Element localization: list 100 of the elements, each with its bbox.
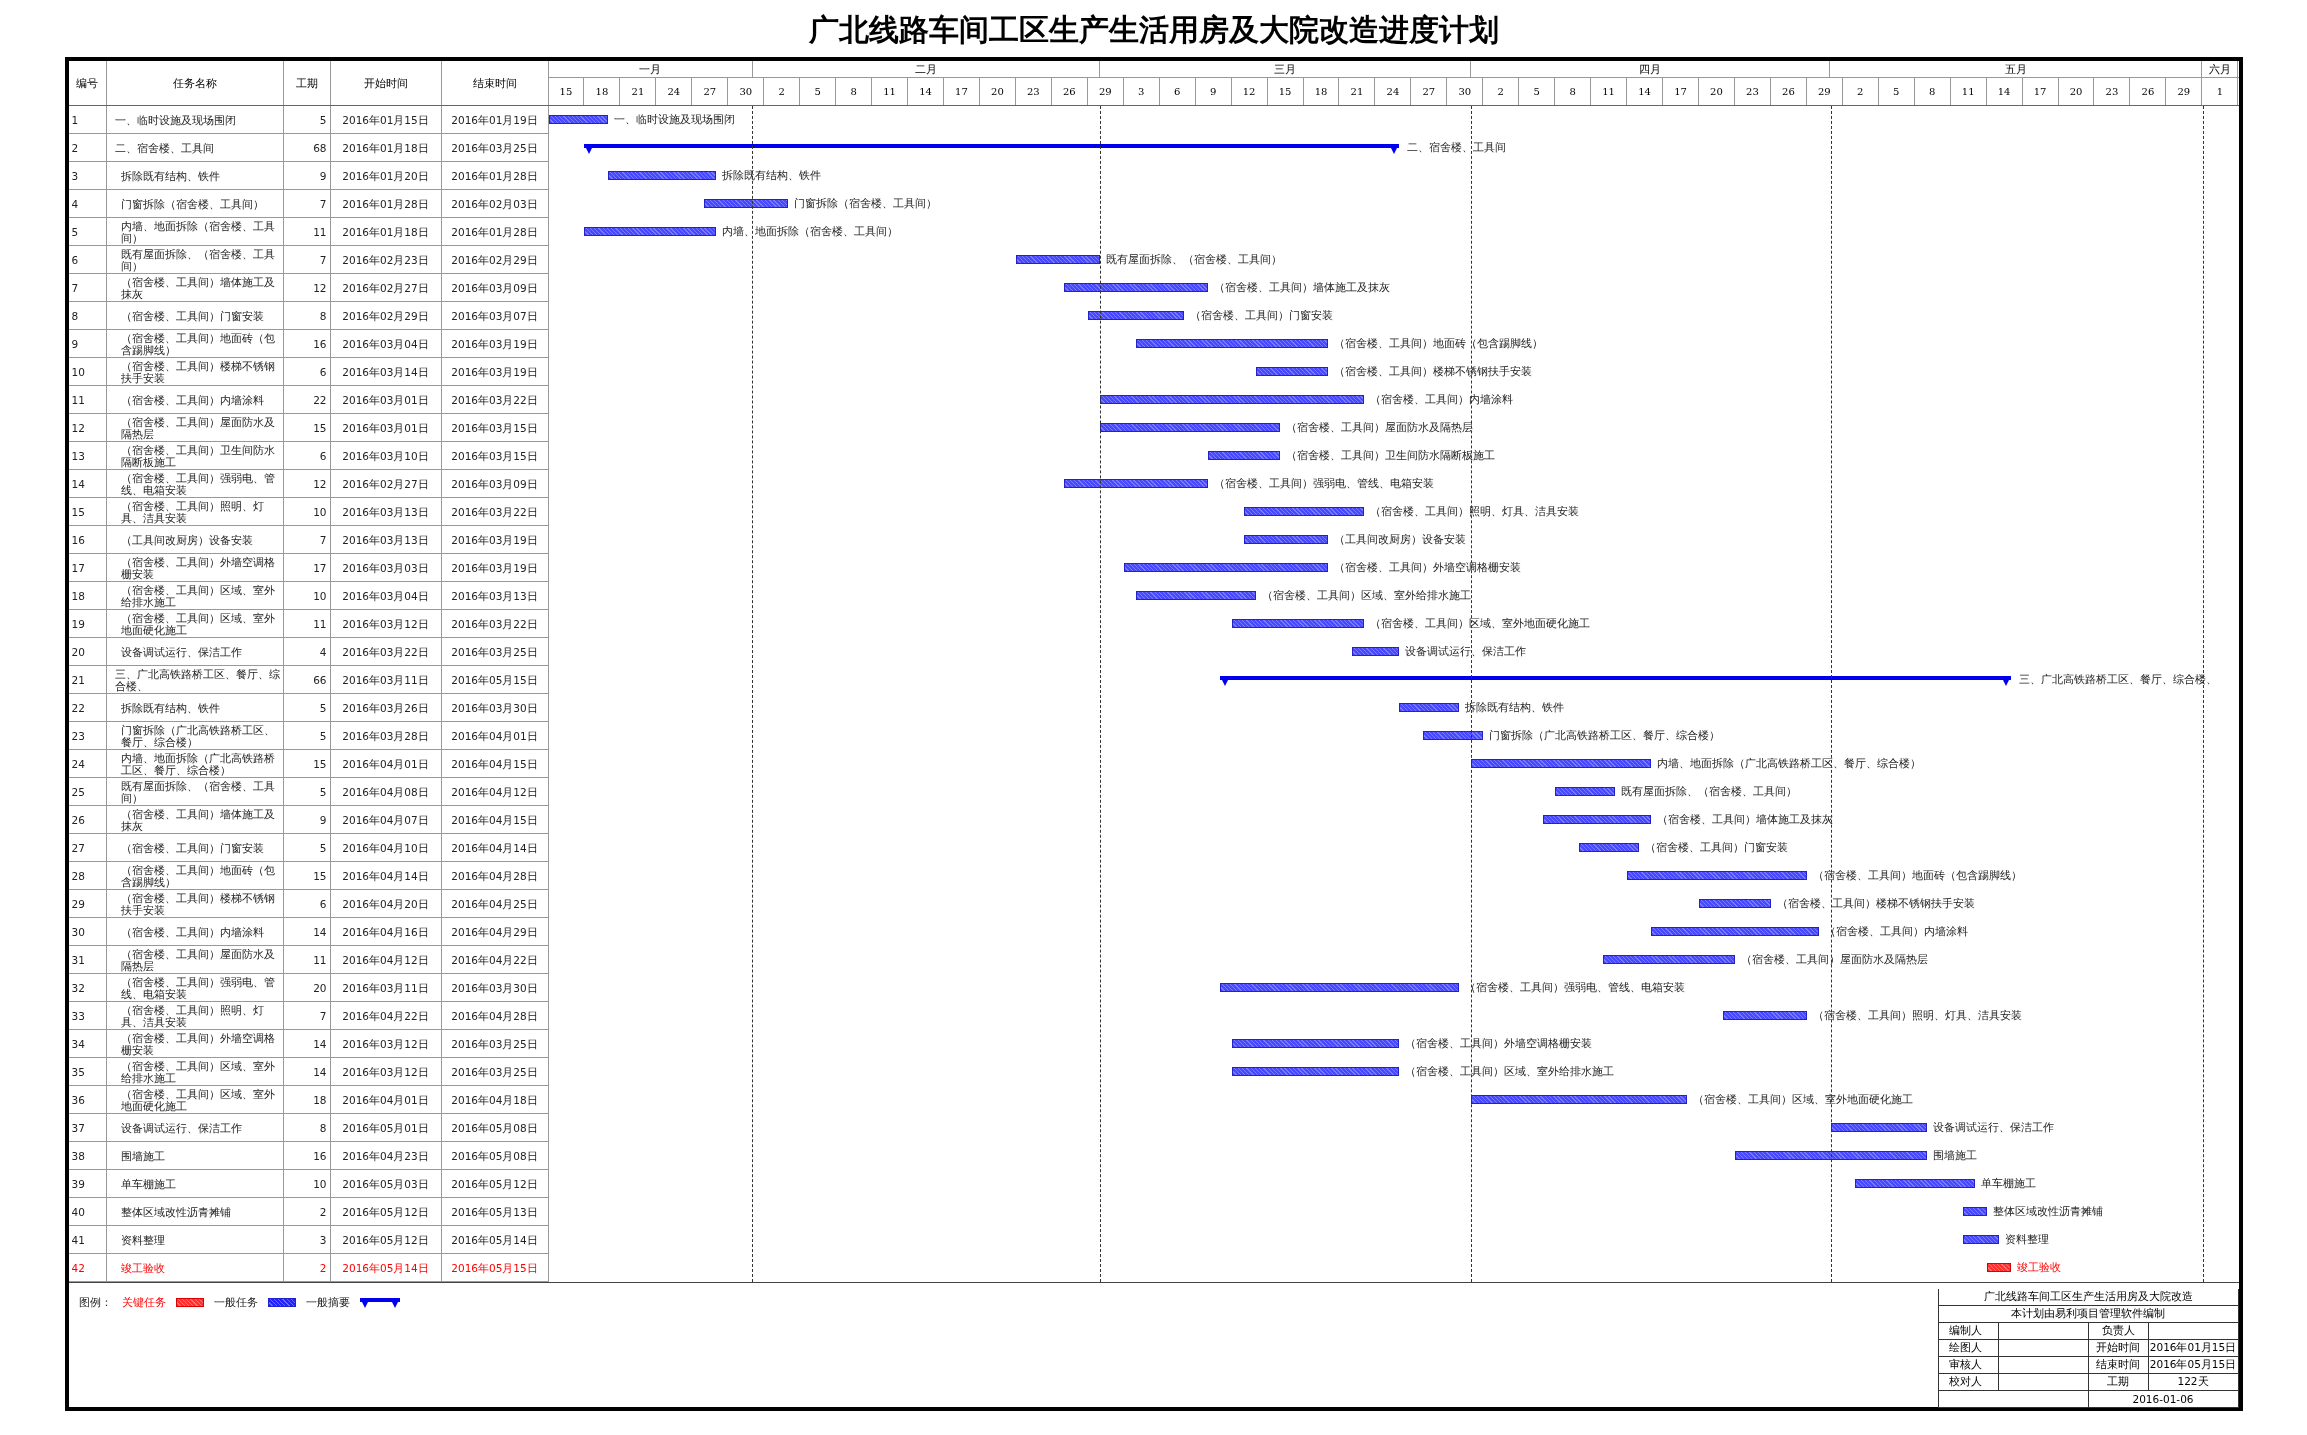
day-header: 14 — [908, 78, 944, 105]
table-cell: 2 — [283, 1254, 331, 1282]
table-cell: 5 — [283, 722, 331, 750]
table-cell: 2 — [283, 1198, 331, 1226]
table-cell: 20 — [68, 638, 107, 666]
day-header: 24 — [1375, 78, 1412, 105]
day-header: 11 — [872, 78, 909, 105]
table-cell: 16 — [283, 330, 331, 358]
task-name: （宿舍楼、工具间）照明、灯具、洁具安装 — [106, 1002, 284, 1030]
table-cell: 2016年05月03日 — [330, 1170, 442, 1198]
table-cell: 2016年03月12日 — [330, 1058, 442, 1086]
table-cell: 9 — [283, 162, 331, 190]
table-cell: 33 — [68, 1002, 107, 1030]
table-cell: 2016年03月03日 — [330, 554, 442, 582]
table-cell: 2016年03月09日 — [441, 274, 549, 302]
table-cell: 2016年03月01日 — [330, 414, 442, 442]
task-name: （宿舍楼、工具间）区域、室外给排水施工 — [106, 1058, 284, 1086]
table-cell: 36 — [68, 1086, 107, 1114]
day-header: 5 — [800, 78, 837, 105]
task-name: 拆除既有结构、铁件 — [106, 694, 284, 722]
table-cell: 2016年03月19日 — [441, 358, 549, 386]
bar-label: （工具间改厨房）设备安装 — [1333, 533, 1466, 547]
table-cell: 2016年03月25日 — [441, 638, 549, 666]
bar-label: （宿舍楼、工具间）墙体施工及抹灰 — [1213, 281, 1390, 295]
task-name: 竣工验收 — [106, 1254, 284, 1282]
task-name: （宿舍楼、工具间）强弱电、管线、电箱安装 — [106, 974, 284, 1002]
legend-title: 图例： — [78, 1295, 112, 1310]
table-cell: 2016年05月13日 — [441, 1198, 549, 1226]
day-header: 20 — [2058, 78, 2095, 105]
table-cell: 2016年04月14日 — [330, 862, 442, 890]
table-cell: 2016年04月15日 — [441, 750, 549, 778]
day-header: 23 — [1734, 78, 1771, 105]
table-cell: 17 — [68, 554, 107, 582]
summary-swatch-icon — [359, 1297, 400, 1308]
task-name: 单车棚施工 — [106, 1170, 284, 1198]
day-header: 23 — [1015, 78, 1052, 105]
day-header: 5 — [1519, 78, 1556, 105]
table-cell: 42 — [68, 1254, 107, 1282]
day-header: 30 — [728, 78, 765, 105]
table-cell: 16 — [283, 1142, 331, 1170]
table-cell: 22 — [283, 386, 331, 414]
table-cell: 1 — [68, 106, 107, 134]
table-cell: 2016年04月23日 — [330, 1142, 442, 1170]
table-cell: 2016年03月26日 — [330, 694, 442, 722]
table-cell: 2016年03月22日 — [441, 386, 549, 414]
table-cell: 2016年04月12日 — [330, 946, 442, 974]
task-name: （宿舍楼、工具间）门窗安装 — [106, 834, 284, 862]
table-cell: 2016年03月30日 — [441, 974, 549, 1002]
table-cell: 2016年04月20日 — [330, 890, 442, 918]
bar-label: 既有屋面拆除、（宿舍楼、工具间） — [1621, 785, 1798, 799]
info-label: 结束时间 — [2088, 1357, 2149, 1374]
table-cell: 2016年05月12日 — [330, 1198, 442, 1226]
task-name: （宿舍楼、工具间）屋面防水及隔热层 — [106, 946, 284, 974]
legend-label: 一般任务 — [213, 1295, 258, 1310]
bar-label: （宿舍楼、工具间）外墙空调格栅安装 — [1405, 1037, 1593, 1051]
table-cell: 68 — [283, 134, 331, 162]
info-note: 本计划由易利项目管理软件编制 — [1938, 1306, 2239, 1323]
task-bar — [1579, 843, 1640, 852]
task-name: 一、临时设施及现场围闭 — [106, 106, 284, 134]
bar-label: （宿舍楼、工具间）门窗安装 — [1189, 309, 1333, 323]
bar-label: 内墙、地面拆除（宿舍楼、工具间） — [722, 225, 899, 239]
info-date: 2016-01-06 — [2088, 1391, 2239, 1408]
table-cell: 2016年03月13日 — [330, 498, 442, 526]
table-cell: 21 — [68, 666, 107, 694]
day-header: 26 — [1770, 78, 1807, 105]
bar-label: 二、宿舍楼、工具间 — [1407, 141, 1507, 155]
task-name: 内墙、地面拆除（宿舍楼、工具间） — [106, 218, 284, 246]
month-header: 四月 — [1471, 61, 1831, 77]
table-cell: 23 — [68, 722, 107, 750]
bar-label: （宿舍楼、工具间）门窗安装 — [1645, 841, 1789, 855]
table-cell: 10 — [283, 1170, 331, 1198]
bar-label: 竣工验收 — [2016, 1261, 2061, 1275]
table-cell: 2016年02月29日 — [330, 302, 442, 330]
month-header: 五月 — [1830, 61, 2202, 77]
table-cell: 11 — [283, 218, 331, 246]
task-name: 整体区域改性沥青摊铺 — [106, 1198, 284, 1226]
table-cell: 2016年02月23日 — [330, 246, 442, 274]
table-cell: 13 — [68, 442, 107, 470]
task-name: （宿舍楼、工具间）屋面防水及隔热层 — [106, 414, 284, 442]
table-cell: 2016年05月14日 — [330, 1254, 442, 1282]
table-cell: 15 — [283, 414, 331, 442]
table-cell: 2016年03月25日 — [441, 1030, 549, 1058]
task-name: （宿舍楼、工具间）地面砖（包含踢脚线） — [106, 330, 284, 358]
table-cell: 2016年05月12日 — [441, 1170, 549, 1198]
task-name: （宿舍楼、工具间）墙体施工及抹灰 — [106, 806, 284, 834]
table-cell: 2016年04月01日 — [441, 722, 549, 750]
task-name: 围墙施工 — [106, 1142, 284, 1170]
table-cell: 2016年03月11日 — [330, 666, 442, 694]
task-name: 设备调试运行、保洁工作 — [106, 638, 284, 666]
table-cell: 2016年03月13日 — [441, 582, 549, 610]
table-cell: 2016年05月12日 — [330, 1226, 442, 1254]
table-cell: 8 — [68, 302, 107, 330]
day-header: 2 — [764, 78, 801, 105]
table-cell: 10 — [68, 358, 107, 386]
day-header: 26 — [1051, 78, 1088, 105]
bar-label: （宿舍楼、工具间）区域、室外给排水施工 — [1405, 1065, 1615, 1079]
table-cell: 12 — [283, 274, 331, 302]
day-header: 21 — [1339, 78, 1376, 105]
task-name: 既有屋面拆除、（宿舍楼、工具间） — [106, 246, 284, 274]
table-cell: 66 — [283, 666, 331, 694]
